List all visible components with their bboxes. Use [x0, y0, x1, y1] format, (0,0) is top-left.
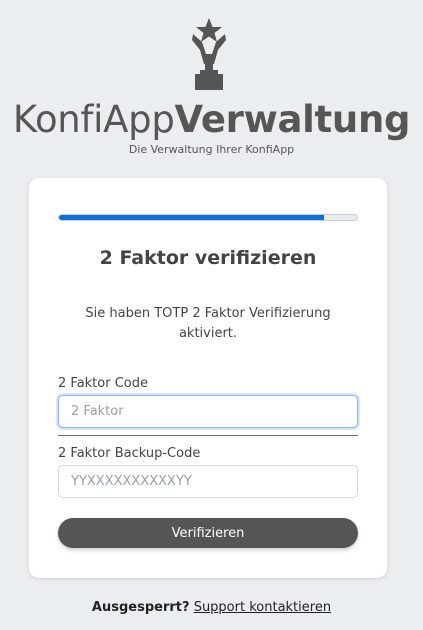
login-page: KonfiAppVerwaltung Die Verwaltung Ihrer …	[0, 0, 423, 630]
brand-name: KonfiAppVerwaltung	[0, 98, 423, 142]
brand-tagline: Die Verwaltung Ihrer KonfiApp	[128, 143, 295, 156]
trophy-star-icon	[192, 18, 226, 90]
backup-code-input[interactable]	[58, 465, 358, 498]
verification-card: 2 Faktor verifizieren Sie haben TOTP 2 F…	[29, 178, 387, 578]
progress-bar-fill	[59, 215, 325, 220]
field-divider	[58, 435, 358, 436]
card-title: 2 Faktor verifizieren	[99, 247, 317, 269]
code-input[interactable]	[58, 395, 358, 428]
backup-field-label: 2 Faktor Backup-Code	[58, 446, 201, 461]
progress-bar	[58, 214, 358, 221]
brand-name-light: KonfiApp	[12, 98, 175, 141]
support-link[interactable]: Support kontaktieren	[194, 600, 331, 615]
footer: Ausgesperrt? Support kontaktieren	[0, 599, 423, 617]
code-field-label: 2 Faktor Code	[58, 376, 148, 391]
brand-name-bold: Verwaltung	[174, 98, 411, 141]
footer-question: Ausgesperrt?	[91, 600, 190, 615]
card-description: Sie haben TOTP 2 Faktor Verifizierung ak…	[85, 306, 331, 341]
verify-button[interactable]: Verifizieren	[58, 518, 358, 548]
